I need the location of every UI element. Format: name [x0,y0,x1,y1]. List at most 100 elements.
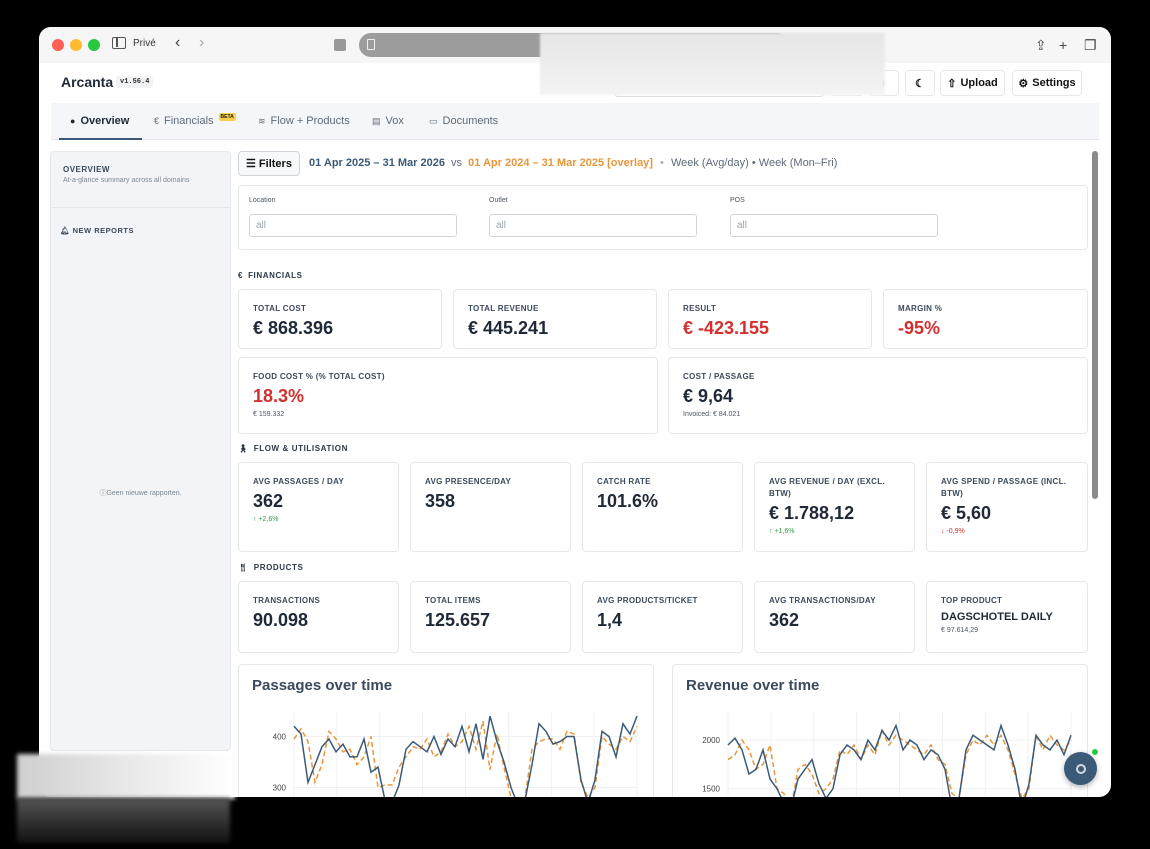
trend-down-delta: ↓ -0,9% [941,528,965,535]
separator-dot: • [660,157,664,169]
card-label: CATCH RATE [597,477,651,486]
tab-label: Financials [164,115,214,127]
food-cost-card: FOOD COST % (% TOTAL COST) 18.3% € 159.3… [238,357,658,434]
pos-input[interactable]: all [730,214,938,237]
close-window-button[interactable] [52,39,64,51]
sliders-icon: ☰ [246,158,256,170]
card-value: 90.098 [253,610,309,630]
outlet-input[interactable]: all [489,214,697,237]
no-reports-message: ⓘGeen nieuwe rapporten. [51,488,230,498]
revenue-line-chart[interactable]: 2000 1500 [673,703,1088,797]
vs-label: vs [451,157,463,169]
page-icon [367,39,375,50]
new-tab-icon[interactable]: + [1059,37,1067,53]
passages-line-chart[interactable]: 400 300 [239,703,654,797]
date-range-summary: 01 Apr 2025 – 31 Mar 2026 vs 01 Apr 2024… [309,157,837,169]
upload-button[interactable]: ⇧ Upload [940,70,1005,96]
back-icon[interactable]: ‹ [175,34,180,52]
beta-badge: BETA [218,113,236,121]
info-circle-icon: ● [70,116,76,126]
tab-overview[interactable]: ● Overview [70,115,129,127]
tab-financials[interactable]: € Financials BETA [154,113,236,127]
tab-overview-icon[interactable]: ❐ [1084,37,1097,54]
zoom-window-button[interactable] [88,39,100,51]
sidebar-title: OVERVIEW [63,165,110,174]
card-label: TOTAL REVENUE [468,304,539,313]
reports-sidebar: OVERVIEW At-a-glance summary across all … [50,151,231,751]
section-title: FLOW & UTILISATION [253,444,348,453]
card-label: AVG TRANSACTIONS/DAY [769,596,876,605]
tab-favicon-icon[interactable] [334,39,346,51]
avg-passages-card: AVG PASSAGES / DAY 362 ↑ +2,6% [238,462,399,552]
card-label: TOTAL ITEMS [425,596,481,605]
aggregation-mode: Week (Avg/day) • Week (Mon–Fri) [670,157,838,169]
active-tab-indicator [59,138,142,140]
tab-flow-products[interactable]: ≋ Flow + Products [258,115,350,127]
sidebar-toggle-icon[interactable] [112,37,126,49]
tab-documents[interactable]: ▭ Documents [429,115,498,127]
minimize-window-button[interactable] [70,39,82,51]
overlay-date-range: 01 Apr 2024 – 31 Mar 2025 [overlay] [468,157,653,169]
app-brand[interactable]: Arcanta [61,74,113,90]
card-label: AVG PRODUCTS/TICKET [597,596,698,605]
share-icon[interactable]: ⇪ [1035,37,1047,54]
assistant-button[interactable] [1064,752,1097,785]
catch-rate-card: CATCH RATE 101.6% [582,462,743,552]
settings-button[interactable]: ⚙ Settings [1012,70,1082,96]
tab-vox[interactable]: ▤ Vox [372,115,404,127]
card-value: € 1.788,12 [769,503,855,523]
location-label: Location [249,197,276,204]
tab-label: Overview [80,115,130,127]
top-product-name: DAGSCHOTEL DAILY [941,611,1053,623]
products-heading: 🍴︎ PRODUCTS [238,563,303,572]
transactions-card: TRANSACTIONS 90.098 [238,581,399,653]
folder-icon: ▭ [429,115,438,126]
filters-label: Filters [258,157,292,170]
filters-button[interactable]: ☰ Filters [238,151,300,176]
scrollbar[interactable] [1092,151,1098,499]
passages-chart-card: Passages over time 400 300 [238,664,654,797]
card-value: 362 [253,491,284,511]
card-label: AVG SPEND / PASSAGE (INCL. BTW) [941,477,1067,498]
bell-icon: 🔔︎ [60,226,71,235]
card-value: 18.3% [253,386,305,406]
flow-heading: 🚶︎ FLOW & UTILISATION [238,444,348,453]
avg-revenue-card: AVG REVENUE / DAY (EXCL. BTW) € 1.788,12… [754,462,915,552]
cutlery-icon: 🍴︎ [238,563,249,572]
card-subvalue: € 97.614,29 [941,627,978,634]
card-label: AVG PRESENCE/DAY [425,477,512,486]
card-value: € 445.241 [468,318,549,338]
card-label: TOP PRODUCT [941,596,1003,605]
sidebar-overview[interactable]: OVERVIEW At-a-glance summary across all … [51,152,230,208]
card-value: € 5,60 [941,503,992,523]
location-input[interactable]: all [249,214,457,237]
result-card: RESULT € -423.155 [668,289,872,349]
card-value: -95% [898,318,941,338]
cost-per-passage-card: COST / PASSAGE € 9,64 Invoiced: € 84.021 [668,357,1088,434]
card-label: COST / PASSAGE [683,372,755,381]
card-subvalue: Invoiced: € 84.021 [683,411,741,418]
card-value: 101.6% [597,491,659,511]
forward-icon[interactable]: › [199,34,204,52]
dark-mode-button[interactable]: ☾ [905,70,935,96]
main-content: ☰ Filters 01 Apr 2025 – 31 Mar 2026 vs 0… [238,151,1090,797]
section-title: FINANCIALS [248,271,303,280]
y-tick-label: 400 [273,733,287,742]
card-value: 358 [425,491,456,511]
total-cost-card: TOTAL COST € 868.396 [238,289,442,349]
new-reports-label: NEW REPORTS [72,226,134,235]
new-reports-heading: 🔔︎ NEW REPORTS [60,226,134,235]
tab-label: Vox [385,115,404,127]
tab-label: Documents [442,115,499,127]
trend-up-delta: ↑ +1,6% [769,528,795,535]
y-tick-label: 300 [273,784,287,793]
avg-products-card: AVG PRODUCTS/TICKET 1,4 [582,581,743,653]
card-label: AVG REVENUE / DAY (EXCL. BTW) [769,477,885,498]
card-value: 125.657 [425,610,491,630]
private-profile-label[interactable]: Privé [133,38,156,49]
moon-icon: ☾ [915,77,925,90]
total-revenue-card: TOTAL REVENUE € 445.241 [453,289,657,349]
redacted-area [17,754,235,799]
chart-icon: ▤ [372,115,381,126]
total-items-card: TOTAL ITEMS 125.657 [410,581,571,653]
